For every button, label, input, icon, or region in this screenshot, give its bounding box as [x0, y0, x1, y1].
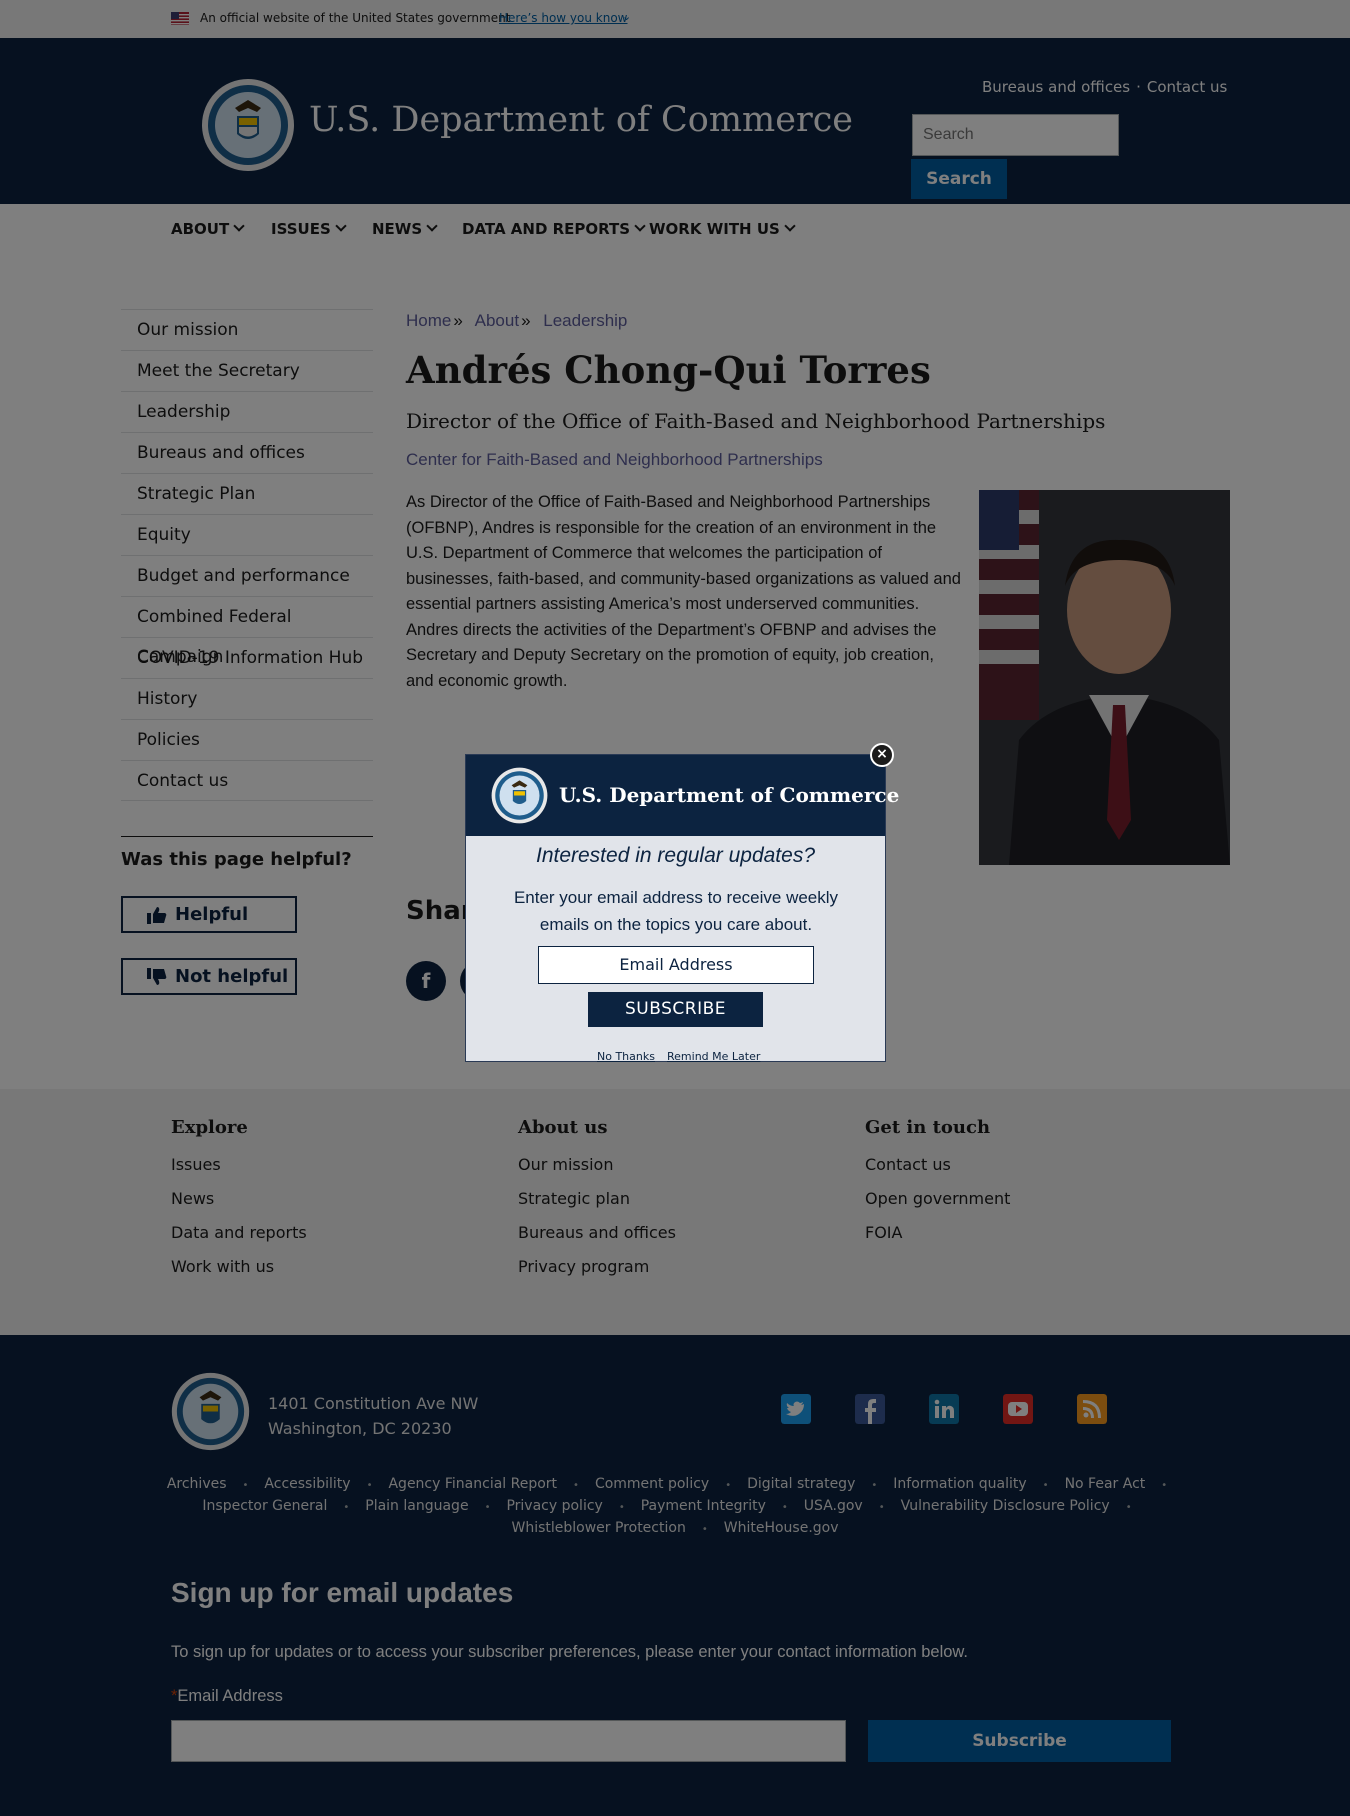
modal-header: U.S. Department of Commerce — [466, 755, 899, 836]
close-icon[interactable]: × — [870, 743, 894, 767]
modal-question: Interested in regular updates? — [535, 844, 816, 867]
subscribe-modal: U.S. Department of Commerce Interested i… — [465, 754, 899, 1063]
no-thanks-link[interactable]: No Thanks — [597, 1050, 655, 1063]
modal-email-input[interactable]: Email Address — [538, 946, 814, 984]
modal-subscribe-button[interactable]: SUBSCRIBE — [588, 992, 763, 1027]
modal-description: Enter your email address to receive week… — [513, 888, 839, 934]
commerce-seal-logo — [491, 767, 548, 824]
modal-title: U.S. Department of Commerce — [559, 783, 900, 807]
remind-later-link[interactable]: Remind Me Later — [667, 1050, 760, 1063]
